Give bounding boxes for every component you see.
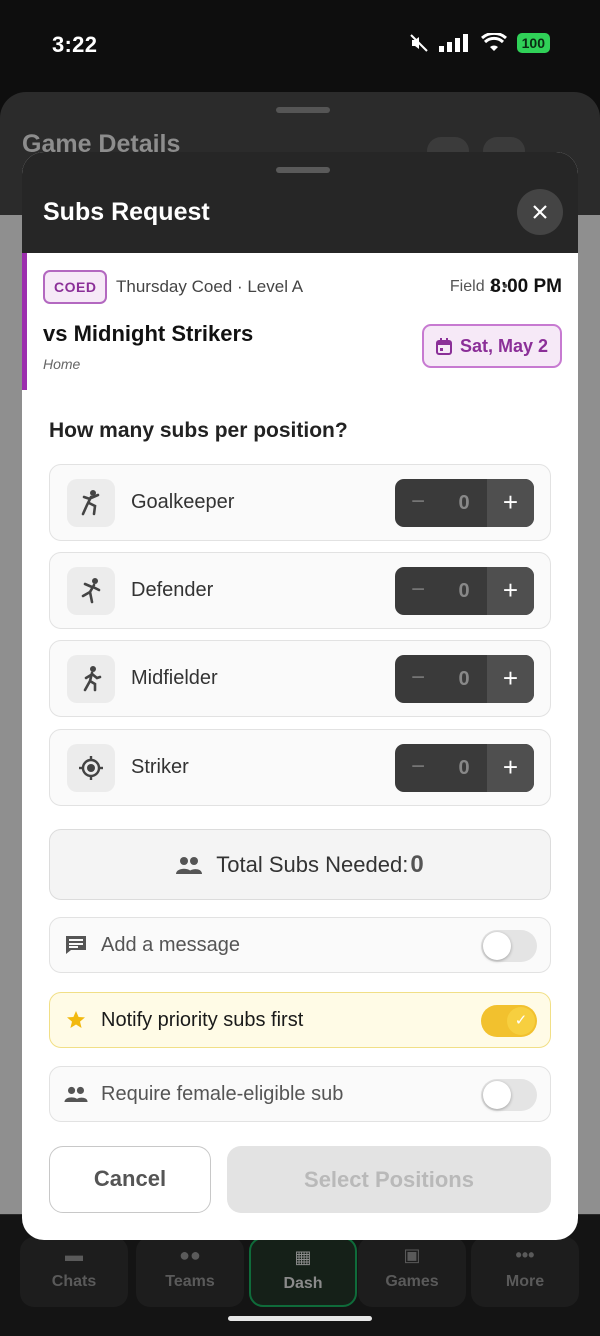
message-icon	[64, 933, 88, 957]
chat-icon: ▬	[65, 1245, 83, 1265]
tab-label: Games	[385, 1273, 439, 1290]
more-icon: •••	[515, 1245, 535, 1265]
home-away-label: Home	[43, 356, 81, 372]
position-row-striker: Striker − 0 +	[49, 729, 551, 806]
quantity-stepper: − 0 +	[395, 655, 534, 703]
position-label: Defender	[131, 579, 214, 601]
option-label: Require female-eligible sub	[101, 1083, 344, 1105]
people-icon	[64, 1082, 88, 1106]
mute-icon	[409, 34, 428, 52]
position-label: Midfielder	[131, 667, 218, 689]
signal-icon	[438, 34, 468, 52]
decrement-button[interactable]: −	[395, 567, 441, 615]
calendar-icon	[435, 337, 452, 355]
select-positions-button[interactable]: Select Positions	[227, 1146, 551, 1213]
tab-label: More	[505, 1273, 545, 1290]
calendar-icon: ▣	[403, 1245, 421, 1265]
tab-chats[interactable]: ▬ Chats	[20, 1237, 128, 1307]
wifi-icon	[480, 33, 507, 51]
decrement-button[interactable]: −	[395, 744, 441, 792]
modal-header: Subs Request	[22, 152, 578, 253]
quantity-stepper: − 0 +	[395, 479, 534, 527]
increment-button[interactable]: +	[487, 479, 534, 527]
subs-question: How many subs per position?	[49, 419, 348, 442]
decrement-button[interactable]: −	[395, 655, 441, 703]
check-icon: ✓	[507, 1007, 535, 1035]
status-icons: 100	[409, 33, 550, 53]
star-icon	[64, 1008, 88, 1032]
priority-subs-row[interactable]: Notify priority subs first ✓	[49, 992, 551, 1048]
quantity-value: 0	[458, 757, 470, 779]
toggle-knob	[483, 932, 511, 960]
tab-dash[interactable]: ▦ Dash	[249, 1237, 357, 1307]
defender-icon	[67, 567, 115, 615]
people-icon: ●●	[179, 1245, 201, 1265]
opponent-name: vs Midnight Strikers	[43, 321, 254, 346]
game-card: COED Thursday Coed · Level A Field 1 • 8…	[22, 253, 578, 390]
cancel-button[interactable]: Cancel	[49, 1146, 211, 1213]
position-label: Goalkeeper	[131, 491, 235, 513]
modal-handle[interactable]	[276, 167, 330, 173]
dashboard-icon: ▦	[294, 1247, 312, 1267]
tab-label: Chats	[51, 1273, 97, 1290]
people-icon	[176, 856, 203, 874]
battery-indicator: 100	[516, 33, 550, 53]
position-label: Striker	[131, 756, 189, 778]
quantity-value: 0	[458, 580, 470, 602]
date-button[interactable]: Sat, May 2	[421, 324, 562, 368]
female-eligible-row[interactable]: Require female-eligible sub	[49, 1066, 551, 1122]
tab-teams[interactable]: ●● Teams	[136, 1237, 244, 1307]
position-row-defender: Defender − 0 +	[49, 552, 551, 629]
tab-label: Dash	[283, 1275, 323, 1292]
option-label: Add a message	[101, 934, 240, 956]
position-row-goalkeeper: Goalkeeper − 0 +	[49, 464, 551, 541]
close-button[interactable]	[517, 189, 563, 235]
tab-games[interactable]: ▣ Games	[358, 1237, 466, 1307]
priority-toggle[interactable]: ✓	[481, 1005, 537, 1037]
add-message-row[interactable]: Add a message	[49, 917, 551, 973]
sheet-handle	[276, 107, 330, 113]
coed-badge: COED	[43, 270, 108, 304]
quantity-value: 0	[458, 668, 470, 690]
quantity-stepper: − 0 +	[395, 744, 534, 792]
total-value: 0	[410, 850, 424, 878]
subs-request-modal: Subs Request COED Thursday Coed · Level …	[22, 152, 578, 1240]
modal-title: Subs Request	[43, 198, 210, 226]
increment-button[interactable]: +	[487, 655, 534, 703]
decrement-button[interactable]: −	[395, 479, 441, 527]
tab-more[interactable]: ••• More	[471, 1237, 579, 1307]
midfielder-icon	[67, 655, 115, 703]
target-icon	[67, 744, 115, 792]
message-toggle[interactable]	[481, 930, 537, 962]
status-time: 3:22	[52, 32, 98, 57]
goalkeeper-icon	[67, 479, 115, 527]
position-row-midfielder: Midfielder − 0 +	[49, 640, 551, 717]
quantity-stepper: − 0 +	[395, 567, 534, 615]
quantity-value: 0	[458, 492, 470, 514]
option-label: Notify priority subs first	[101, 1009, 304, 1031]
toggle-knob	[483, 1081, 511, 1109]
game-time: 8:00 PM	[490, 276, 562, 297]
date-label: Sat, May 2	[459, 336, 548, 356]
total-label: Total Subs Needed:	[216, 851, 409, 877]
increment-button[interactable]: +	[487, 744, 534, 792]
female-eligible-toggle[interactable]	[481, 1079, 537, 1111]
league-label: Thursday Coed · Level A	[116, 277, 304, 296]
tab-label: Teams	[165, 1273, 215, 1290]
close-icon	[533, 205, 547, 219]
home-indicator	[228, 1316, 372, 1321]
increment-button[interactable]: +	[487, 567, 534, 615]
total-subs-summary: Total Subs Needed: 0	[49, 829, 551, 900]
status-bar: 3:22 100	[0, 0, 600, 90]
